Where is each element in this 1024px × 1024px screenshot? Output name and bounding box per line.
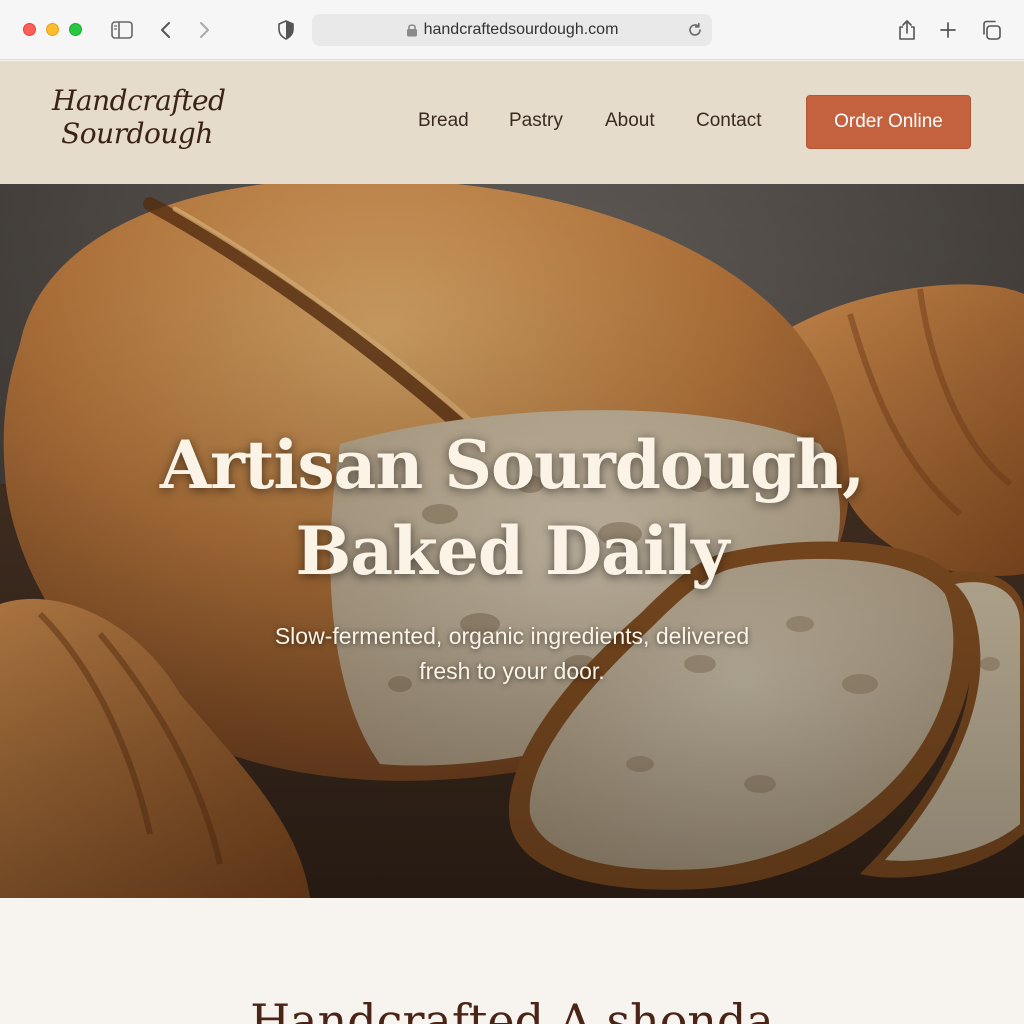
- close-window-button[interactable]: [23, 23, 36, 36]
- logo-line-2: Sourdough: [61, 117, 213, 150]
- hero-title-line-2: Baked Daily: [295, 512, 730, 590]
- url-text: handcraftedsourdough.com: [423, 21, 619, 38]
- hero-subtitle: Slow-fermented, organic ingredients, del…: [212, 619, 812, 689]
- share-icon: [899, 20, 915, 40]
- nav-link-contact[interactable]: Contact: [696, 110, 761, 132]
- nav-link-about[interactable]: About: [605, 110, 655, 132]
- plus-icon: [940, 22, 956, 38]
- lock-icon: [406, 24, 417, 37]
- nav-link-bread[interactable]: Bread: [418, 110, 469, 132]
- chevron-right-icon: [200, 22, 209, 38]
- tab-overview-button[interactable]: [979, 18, 1003, 42]
- browser-toolbar: handcraftedsourdough.com: [0, 0, 1024, 60]
- section-title: Handcrafted A shonda: [250, 994, 774, 1024]
- share-button[interactable]: [895, 18, 919, 42]
- hero-title-line-1: Artisan Sourdough,: [159, 426, 865, 504]
- tabs-overview-icon: [983, 20, 1001, 40]
- hero-subtitle-line-1: Slow-fermented, organic ingredients, del…: [274, 623, 750, 649]
- address-bar[interactable]: handcraftedsourdough.com: [312, 14, 712, 46]
- new-tab-button[interactable]: [936, 18, 960, 42]
- sidebar-icon: [111, 21, 133, 39]
- forward-button[interactable]: [192, 18, 216, 42]
- nav-link-pastry[interactable]: Pastry: [509, 110, 563, 132]
- reload-icon[interactable]: [686, 21, 704, 39]
- order-online-button[interactable]: Order Online: [806, 95, 971, 149]
- privacy-shield-button[interactable]: [274, 18, 298, 42]
- shield-icon: [278, 20, 294, 40]
- logo-line-1: Handcrafted: [52, 84, 226, 117]
- minimize-window-button[interactable]: [46, 23, 59, 36]
- hero-title: Artisan Sourdough, Baked Daily: [0, 422, 1024, 594]
- sidebar-toggle-button[interactable]: [110, 18, 134, 42]
- back-button[interactable]: [154, 18, 178, 42]
- chevron-left-icon: [161, 22, 170, 38]
- zoom-window-button[interactable]: [69, 23, 82, 36]
- hero-subtitle-line-2: fresh to your door.: [419, 658, 605, 684]
- site-logo[interactable]: Handcrafted Sourdough: [52, 84, 226, 150]
- hero-section: Artisan Sourdough, Baked Daily Slow-ferm…: [0, 184, 1024, 898]
- content-section: Handcrafted A shonda: [0, 898, 1024, 1024]
